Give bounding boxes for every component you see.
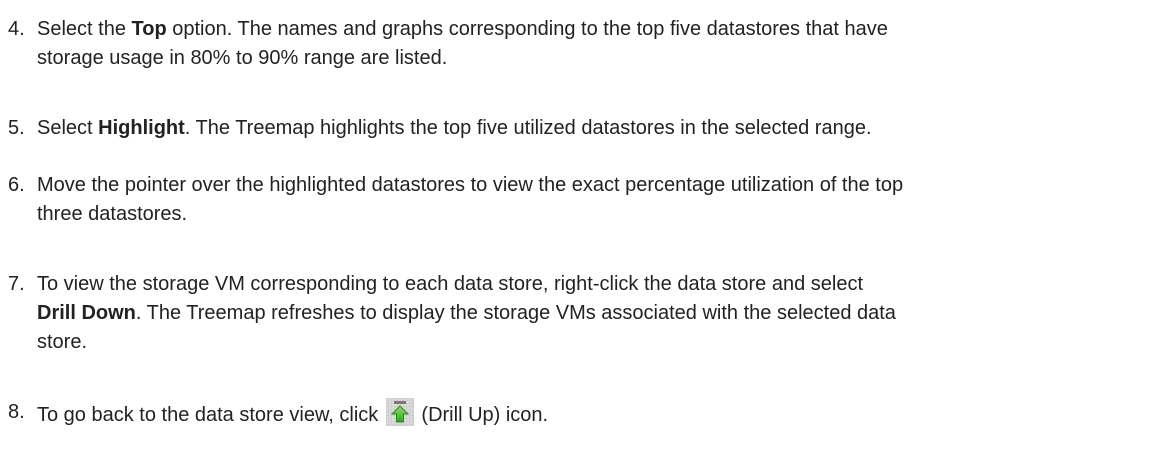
step-text-part: (Drill Up) icon. xyxy=(415,404,549,426)
step-text-part: option. The names and graphs correspondi… xyxy=(166,18,888,40)
step-text-part: . The Treemap refreshes to display the s… xyxy=(135,302,896,324)
step-text-part: Move the pointer over the highlighted da… xyxy=(37,174,904,196)
ui-term-top: Top xyxy=(131,18,167,40)
drill-up-icon xyxy=(385,398,414,426)
step-text: Select Highlight. The Treemap highlights… xyxy=(37,114,1162,143)
step-text-part: To go back to the data store view, click xyxy=(37,404,384,426)
step-text-part: Select the xyxy=(37,18,132,40)
ui-term-drill-down: Drill Down xyxy=(37,302,136,324)
step-text-part: storage usage in 80% to 90% range are li… xyxy=(37,47,448,69)
step-text-part: three datastores. xyxy=(37,203,188,225)
step-text: Select the Top option. The names and gra… xyxy=(37,15,1162,73)
step-text: Move the pointer over the highlighted da… xyxy=(37,171,1162,229)
step-text-part: Select xyxy=(37,117,99,139)
ui-term-highlight: Highlight xyxy=(98,117,185,139)
step-text-part: To view the storage VM corresponding to … xyxy=(37,273,863,295)
step-text-part: store. xyxy=(37,331,88,353)
step-text: To view the storage VM corresponding to … xyxy=(37,270,1162,357)
step-text: To go back to the data store view, click… xyxy=(37,398,1162,430)
step-text-part: . The Treemap highlights the top five ut… xyxy=(184,117,872,139)
